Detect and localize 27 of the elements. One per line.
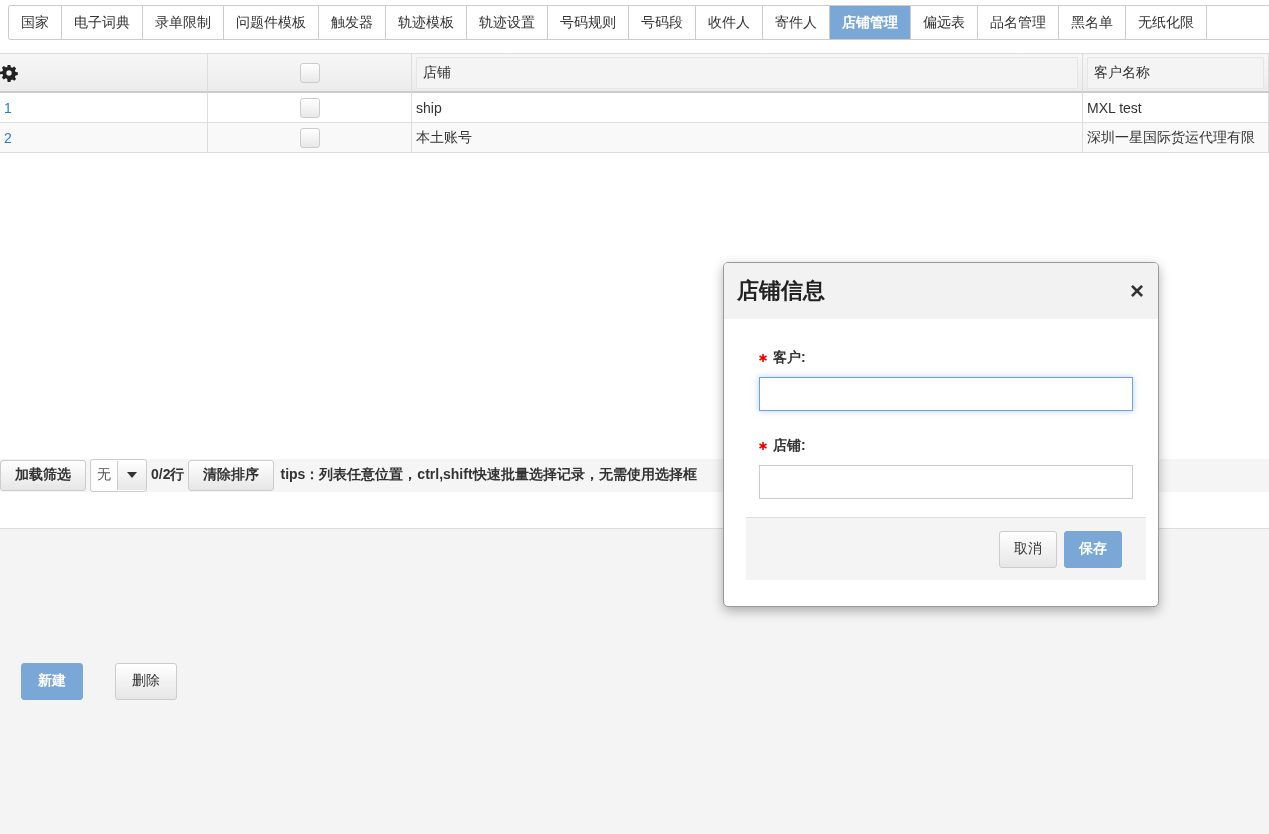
settings-icon[interactable] [0, 63, 18, 82]
row-number: 2 [4, 129, 12, 146]
delete-button[interactable]: 删除 [115, 662, 177, 700]
table-cell: 深圳一星国际货运代理有限 [1087, 128, 1255, 147]
field-label: 店铺: [773, 437, 806, 455]
row-count: 0/2行 [151, 466, 185, 484]
table-cell: ship [416, 99, 442, 116]
table-cell: 本土账号 [416, 128, 472, 147]
caret-icon [127, 472, 137, 478]
tab[interactable]: 国家 [9, 6, 62, 39]
table-cell: MXL test [1087, 99, 1142, 116]
filter-select[interactable]: 无 [90, 458, 147, 492]
input-field[interactable] [759, 377, 1133, 411]
row-number: 1 [4, 99, 12, 116]
row-checkbox[interactable] [299, 97, 320, 118]
load-filter-button[interactable]: 加载筛选 [0, 459, 86, 491]
cancel-button[interactable]: 取消 [999, 530, 1057, 568]
field-label: 客户: [773, 349, 806, 367]
column-header[interactable]: 店铺 [416, 56, 1078, 89]
row-checkbox[interactable] [299, 127, 320, 148]
select-all-checkbox[interactable] [299, 62, 320, 83]
dialog-title: 店铺信息 [737, 277, 825, 305]
clear-sort-button[interactable]: 清除排序 [188, 459, 275, 491]
input-field[interactable] [759, 465, 1133, 499]
close-button[interactable]: × [1130, 279, 1144, 303]
tips-text: tips：列表任意位置，ctrl,shift快速批量选择记录，无需使用选择框 [280, 466, 697, 484]
column-header[interactable]: 客户名称 [1087, 56, 1264, 89]
